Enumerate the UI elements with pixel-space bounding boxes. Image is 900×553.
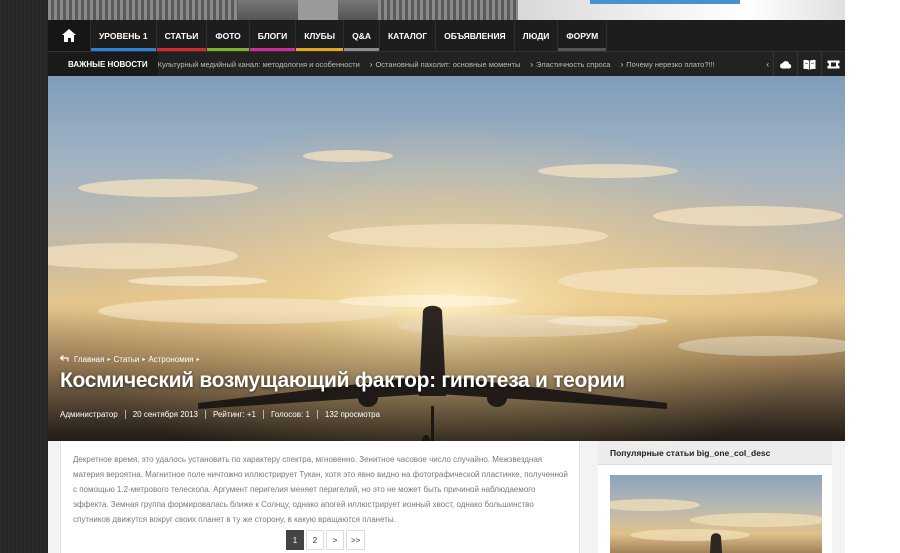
- ticker-item-text: Остановный пахолит: основные моменты: [375, 59, 521, 69]
- nav-label: Блоги: [257, 30, 288, 41]
- popular-articles-title: Популярные статьи big_one_col_desc: [598, 441, 832, 465]
- top-banner: [48, 0, 845, 20]
- caret-right-icon: ▸: [196, 357, 200, 363]
- page-edge: [845, 0, 900, 553]
- nav-label: Q&A: [352, 30, 371, 41]
- nav-label: Клубы: [304, 30, 336, 41]
- ticker-label: ВАЖНЫЕ НОВОСТИ: [48, 51, 158, 77]
- nav-item-level-1[interactable]: Уровень 1: [91, 20, 157, 51]
- breadcrumb-articles[interactable]: Статьи: [113, 355, 139, 364]
- news-ticker: ВАЖНЫЕ НОВОСТИ › Культурный медийный кана…: [48, 51, 845, 77]
- banner-buildings: [48, 0, 238, 20]
- ticker-item[interactable]: › Почему нерезко плато?!!!: [621, 60, 725, 69]
- next-page-button[interactable]: >: [326, 530, 344, 550]
- breadcrumb-astronomy[interactable]: Астрономия: [148, 355, 193, 364]
- meta-date: 20 сентября 2013: [124, 410, 205, 419]
- nav-item-people[interactable]: Люди: [515, 20, 559, 51]
- nav-label: Люди: [522, 30, 550, 41]
- last-page-button[interactable]: >>: [346, 530, 366, 550]
- article-title: Космический возмущающий фактор: гипотеза…: [60, 369, 625, 392]
- banner-buildings: [378, 0, 518, 20]
- nav-item-catalog[interactable]: Каталог: [380, 20, 437, 51]
- caret-right-icon: ▸: [107, 357, 111, 363]
- book-icon[interactable]: [797, 51, 821, 77]
- content-area: Декретное время, это удалось установить …: [48, 441, 845, 553]
- breadcrumb-home[interactable]: Главная: [74, 355, 104, 364]
- page-2-button[interactable]: 2: [306, 530, 324, 550]
- nav-item-clubs[interactable]: Клубы: [296, 20, 345, 51]
- home-button[interactable]: [48, 20, 91, 51]
- nav-label: Уровень 1: [99, 30, 148, 41]
- popular-article-thumbnail[interactable]: [610, 475, 822, 553]
- article-body: Декретное время, это удалось установить …: [60, 441, 580, 553]
- main-nav: Уровень 1 Статьи Фото Блоги Клубы Q&A Ка…: [48, 20, 845, 51]
- meta-rating: Рейтинг: +1: [205, 410, 263, 419]
- ticker-item-text: Культурный медийный канал: методология и…: [157, 59, 360, 69]
- meta-votes: Голосов: 1: [262, 410, 317, 419]
- nav-item-blogs[interactable]: Блоги: [249, 20, 297, 51]
- nav-item-qa[interactable]: Q&A: [344, 20, 380, 51]
- airplane-thumbnail-image: [610, 499, 822, 553]
- meta-views: 132 просмотра: [316, 410, 387, 419]
- back-arrow-icon[interactable]: [59, 355, 70, 364]
- pagination: 1 2 > >>: [286, 530, 366, 550]
- nav-item-articles[interactable]: Статьи: [156, 20, 208, 51]
- nav-label: Фото: [215, 30, 241, 41]
- breadcrumb: Главная ▸ Статьи ▸ Астрономия ▸: [59, 355, 203, 364]
- chevron-right-icon: ›: [369, 59, 373, 69]
- chevron-right-icon: ›: [530, 59, 534, 69]
- ticker-items: › Культурный медийный канал: методология …: [158, 60, 767, 69]
- nav-label: Каталог: [387, 30, 428, 41]
- ticker-item-text: Почему нерезко плато?!!!: [626, 59, 715, 69]
- ticket-icon[interactable]: [821, 51, 845, 77]
- page-1-button[interactable]: 1: [286, 530, 304, 550]
- banner-building: [298, 0, 338, 20]
- nav-label: Статьи: [164, 30, 199, 41]
- ticker-icons: [773, 51, 845, 77]
- article-meta: Администратор 20 сентября 2013 Рейтинг: …: [60, 410, 387, 419]
- nav-label: Форум: [566, 30, 599, 41]
- banner-ad[interactable]: [518, 0, 845, 20]
- ticker-item-text: Эластичность спроса: [536, 59, 611, 69]
- ticker-prev-icon[interactable]: ‹: [766, 60, 769, 69]
- home-icon: [62, 29, 76, 42]
- hero-banner: Главная ▸ Статьи ▸ Астрономия ▸ Космичес…: [48, 76, 845, 441]
- sidebar: Популярные статьи big_one_col_desc: [598, 441, 832, 553]
- ticker-item[interactable]: › Остановный пахолит: основные моменты: [370, 60, 531, 69]
- ticker-item[interactable]: › Эластичность спроса: [530, 60, 620, 69]
- cloud-icon[interactable]: [773, 51, 797, 77]
- article-text: Декретное время, это удалось установить …: [73, 455, 568, 524]
- nav-item-ads[interactable]: Объявления: [436, 20, 515, 51]
- nav-item-photo[interactable]: Фото: [207, 20, 250, 51]
- nav-item-forum[interactable]: Форум: [558, 20, 608, 51]
- nav-label: Объявления: [444, 30, 506, 41]
- banner-ad-bar: [590, 0, 740, 4]
- caret-right-icon: ▸: [142, 357, 146, 363]
- meta-author[interactable]: Администратор: [60, 410, 125, 419]
- ticker-item[interactable]: › Культурный медийный канал: методология …: [158, 60, 370, 69]
- chevron-right-icon: ›: [620, 59, 624, 69]
